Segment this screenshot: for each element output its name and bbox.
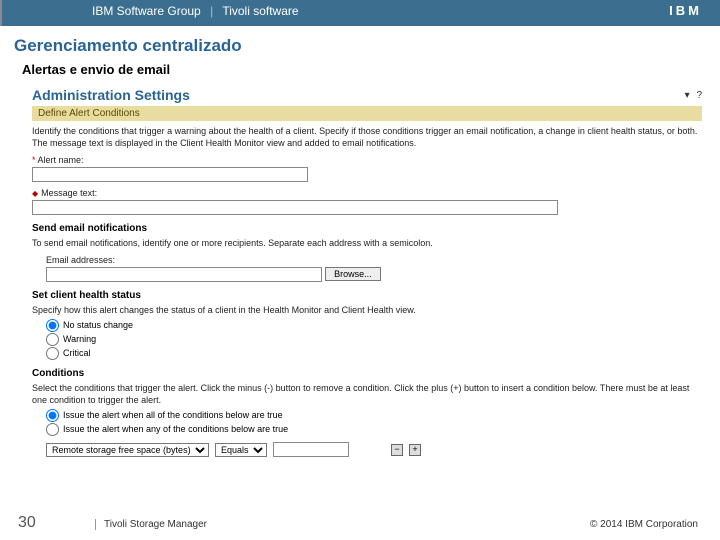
help-icon[interactable]: ? [696, 90, 702, 101]
page-number: 30 [18, 514, 36, 532]
send-email-desc: To send email notifications, identify on… [32, 237, 702, 249]
top-bar: IBM Software Group | Tivoli software IBM [0, 0, 720, 26]
radio-cond-all-label: Issue the alert when all of the conditio… [63, 410, 283, 420]
health-option-nochange[interactable]: No status change [46, 319, 702, 332]
radio-warning-label: Warning [63, 334, 96, 344]
message-text-input[interactable] [32, 200, 558, 215]
browse-button[interactable]: Browse... [325, 267, 381, 281]
conditions-desc: Select the conditions that trigger the a… [32, 382, 702, 406]
condition-remove-button[interactable]: − [391, 444, 403, 456]
alert-name-input[interactable] [32, 167, 308, 182]
intro-text: Identify the conditions that trigger a w… [32, 125, 702, 149]
header-icons: ▾ ? [681, 90, 702, 101]
cond-rule-all[interactable]: Issue the alert when all of the conditio… [46, 409, 702, 422]
footer-copyright: © 2014 IBM Corporation [590, 519, 698, 530]
radio-warning[interactable] [46, 333, 59, 346]
slide-title: Gerenciamento centralizado [14, 36, 720, 56]
cond-rule-any[interactable]: Issue the alert when any of the conditio… [46, 423, 702, 436]
email-addresses-input[interactable] [46, 267, 322, 282]
condition-value-input[interactable] [273, 442, 349, 457]
condition-row: Remote storage free space (bytes) Equals… [46, 442, 702, 457]
slide-subtitle: Alertas e envio de email [22, 62, 720, 77]
topbar-divider: | [210, 4, 213, 18]
radio-critical-label: Critical [63, 348, 91, 358]
condition-add-button[interactable]: + [409, 444, 421, 456]
condition-field-select[interactable]: Remote storage free space (bytes) [46, 443, 209, 457]
condition-operator-select[interactable]: Equals [215, 443, 267, 457]
conditions-section: Conditions [32, 368, 702, 379]
radio-nochange[interactable] [46, 319, 59, 332]
admin-settings-panel: Administration Settings ▾ ? Define Alert… [32, 85, 702, 457]
radio-cond-any[interactable] [46, 423, 59, 436]
ibm-logo-icon: IBM [669, 3, 702, 18]
health-section: Set client health status [32, 290, 702, 301]
message-label: ◆Message text: [32, 188, 702, 198]
admin-header-bar: Administration Settings ▾ ? [32, 85, 702, 105]
health-option-critical[interactable]: Critical [46, 347, 702, 360]
radio-nochange-label: No status change [63, 320, 133, 330]
collapse-icon[interactable]: ▾ [685, 90, 690, 101]
email-label: Email addresses: [46, 255, 702, 265]
send-email-section: Send email notifications [32, 223, 702, 234]
topbar-left1: IBM Software Group [92, 4, 201, 18]
admin-header: Administration Settings [32, 85, 190, 105]
radio-cond-all[interactable] [46, 409, 59, 422]
alert-name-label: * Alert name: [32, 155, 702, 165]
footer-product: Tivoli Storage Manager [95, 519, 207, 530]
email-row: Browse... [46, 267, 702, 282]
radio-critical[interactable] [46, 347, 59, 360]
define-alert-bar: Define Alert Conditions [32, 106, 702, 121]
health-option-warning[interactable]: Warning [46, 333, 702, 346]
health-desc: Specify how this alert changes the statu… [32, 304, 702, 316]
topbar-left2: Tivoli software [222, 4, 298, 18]
radio-cond-any-label: Issue the alert when any of the conditio… [63, 424, 288, 434]
